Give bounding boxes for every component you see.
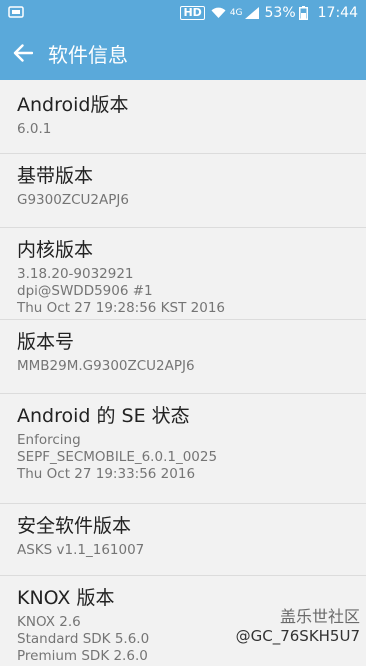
list-item-value: 3.18.20-9032921 — [17, 266, 349, 283]
software-info-list: Android版本 6.0.1 基带版本 G9300ZCU2APJ6 内核版本 … — [0, 80, 366, 666]
list-item-value: dpi@SWDD5906 #1 — [17, 283, 349, 300]
back-arrow-icon[interactable] — [12, 42, 34, 64]
list-item-value: G9300ZCU2APJ6 — [17, 192, 349, 209]
list-item-android-version[interactable]: Android版本 6.0.1 — [0, 80, 366, 154]
wifi-icon — [211, 7, 226, 19]
list-item-build-number[interactable]: 版本号 MMB29M.G9300ZCU2APJ6 — [0, 320, 366, 394]
watermark: 盖乐世社区 @GC_76SKH5U7 — [236, 607, 360, 646]
list-item-value: Thu Oct 27 19:33:56 2016 — [17, 466, 349, 483]
network-type-label: 4G — [230, 8, 243, 18]
watermark-logo: 盖乐世社区 — [236, 607, 360, 627]
notification-icon — [8, 5, 24, 19]
battery-percent: 53% — [265, 5, 296, 21]
list-item-title: 基带版本 — [17, 164, 349, 188]
list-item-baseband-version[interactable]: 基带版本 G9300ZCU2APJ6 — [0, 154, 366, 228]
list-item-value: SEPF_SECMOBILE_6.0.1_0025 — [17, 449, 349, 466]
list-item-value: Thu Oct 27 19:28:56 KST 2016 — [17, 300, 349, 317]
list-item-value: MMB29M.G9300ZCU2APJ6 — [17, 358, 349, 375]
app-bar: 软件信息 — [0, 26, 366, 80]
list-item-title: 安全软件版本 — [17, 514, 349, 538]
page-title: 软件信息 — [48, 39, 128, 68]
status-bar: HD 4G 53% 17:44 — [0, 0, 366, 26]
hd-badge: HD — [180, 6, 204, 20]
clock: 17:44 — [318, 5, 358, 21]
watermark-user: @GC_76SKH5U7 — [236, 627, 360, 646]
list-item-value: ASKS v1.1_161007 — [17, 542, 349, 559]
list-item-kernel-version[interactable]: 内核版本 3.18.20-9032921 dpi@SWDD5906 #1 Thu… — [0, 228, 366, 320]
list-item-value: Premium SDK 2.6.0 — [17, 648, 349, 665]
list-item-value: 6.0.1 — [17, 121, 349, 138]
battery-icon — [299, 6, 308, 20]
list-item-title: Android版本 — [17, 93, 349, 117]
list-item-se-status[interactable]: Android 的 SE 状态 Enforcing SEPF_SECMOBILE… — [0, 394, 366, 504]
list-item-security-software-version[interactable]: 安全软件版本 ASKS v1.1_161007 — [0, 504, 366, 576]
list-item-title: 内核版本 — [17, 238, 349, 262]
signal-icon — [245, 7, 259, 19]
list-item-value: Enforcing — [17, 432, 349, 449]
list-item-title: 版本号 — [17, 330, 349, 354]
list-item-title: Android 的 SE 状态 — [17, 404, 349, 428]
